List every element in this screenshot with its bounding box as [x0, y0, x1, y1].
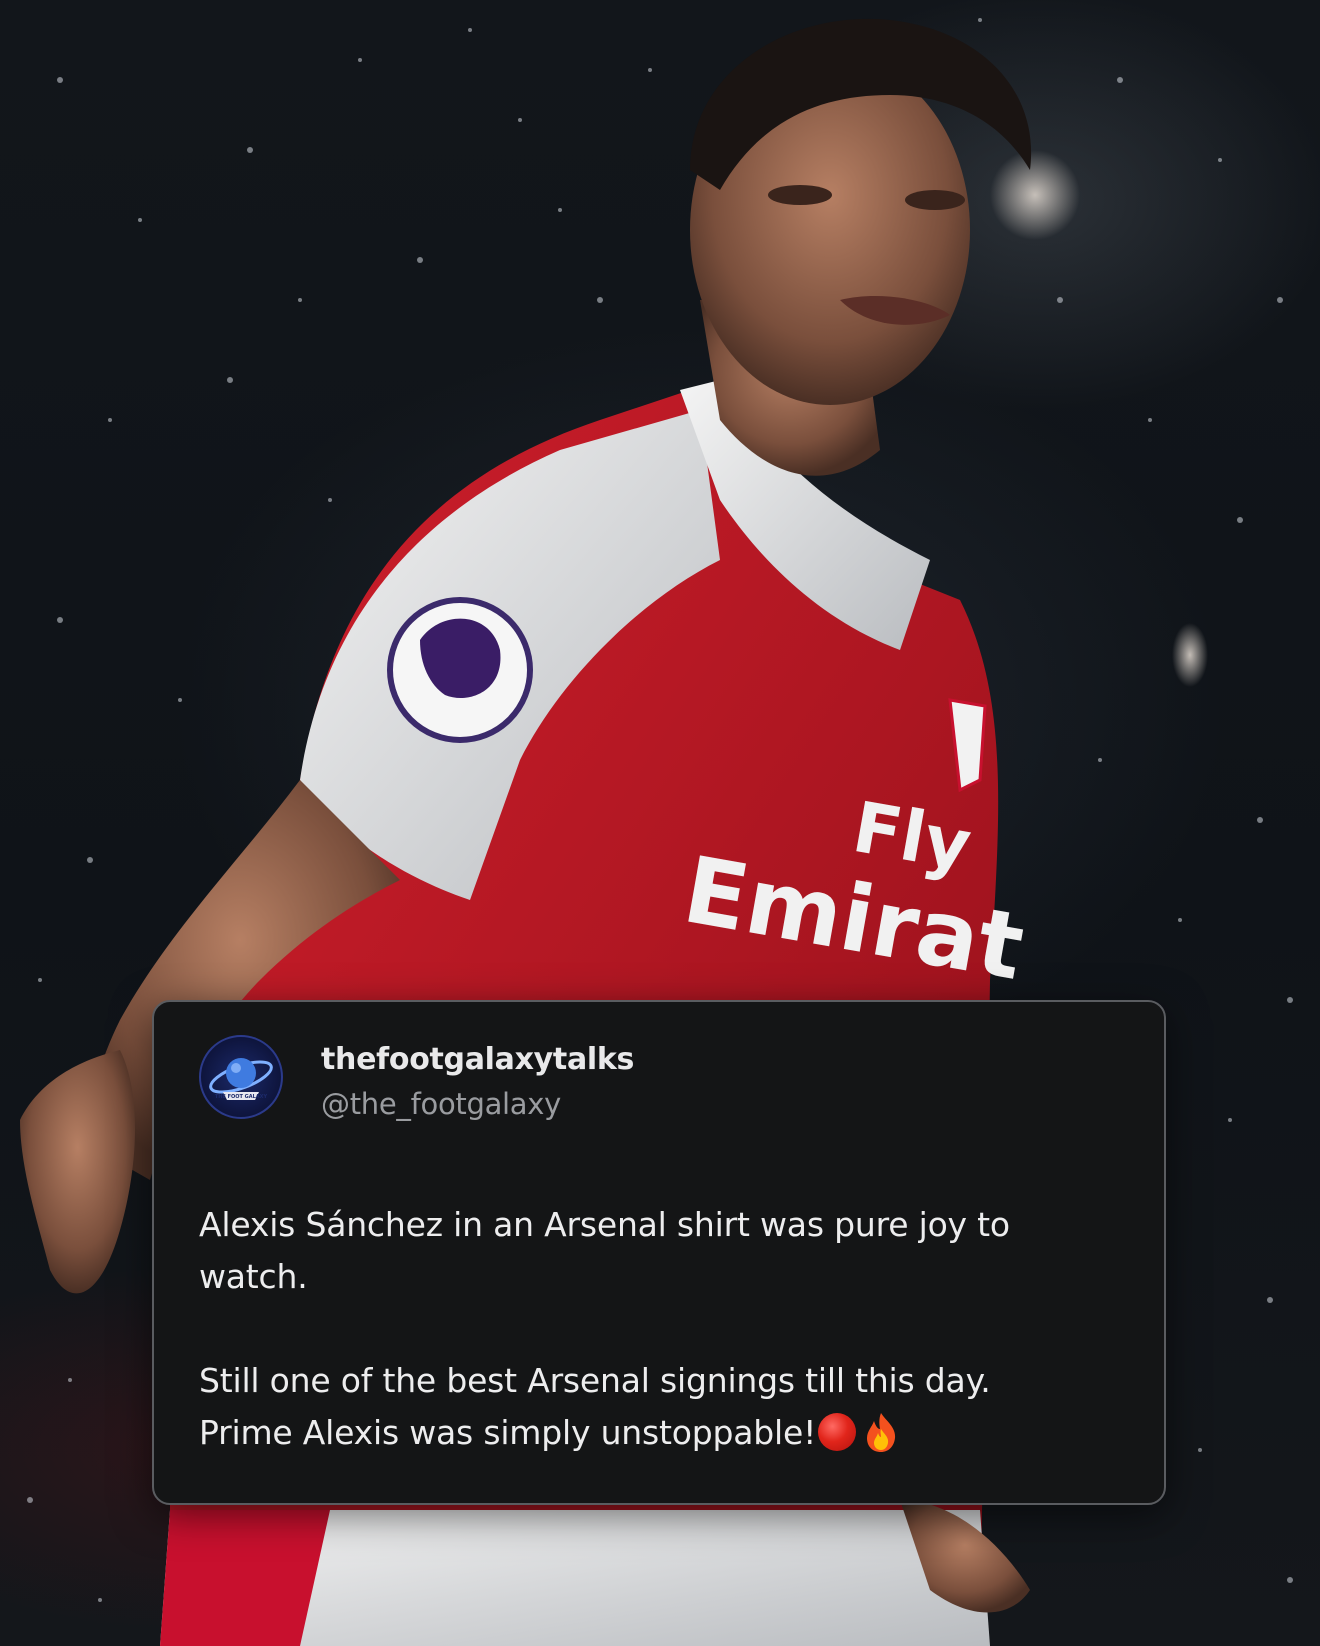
tweet-paragraph: Still one of the best Arsenal signings t…: [199, 1355, 1129, 1459]
stadium-light: [1172, 623, 1208, 687]
stadium-light: [990, 150, 1080, 240]
post-image: Fly Emirat THE FOOT GALAXY thefootgalaxy…: [0, 0, 1320, 1646]
tweet-line-text: Prime Alexis was simply unstoppable!: [199, 1413, 817, 1452]
author-handle[interactable]: @the_footgalaxy: [321, 1087, 561, 1121]
avatar[interactable]: THE FOOT GALAXY: [199, 1035, 283, 1119]
tweet-line: watch.: [199, 1257, 308, 1296]
tweet-text: Alexis Sánchez in an Arsenal shirt was p…: [199, 1199, 1129, 1459]
avatar-logo-text: THE FOOT GALAXY: [215, 1094, 268, 1100]
tweet-paragraph: Alexis Sánchez in an Arsenal shirt was p…: [199, 1199, 1129, 1303]
tweet-line: Alexis Sánchez in an Arsenal shirt was p…: [199, 1205, 1010, 1244]
author-display-name[interactable]: thefootgalaxytalks: [321, 1042, 634, 1077]
red-circle-icon: [818, 1413, 857, 1451]
tweet-line: Prime Alexis was simply unstoppable!: [199, 1407, 1129, 1459]
tweet-line: Still one of the best Arsenal signings t…: [199, 1361, 991, 1400]
foot-galaxy-logo-icon: THE FOOT GALAXY: [209, 1058, 273, 1100]
fire-icon: [867, 1413, 896, 1452]
tweet-card[interactable]: THE FOOT GALAXY thefootgalaxytalks @the_…: [152, 1000, 1166, 1505]
